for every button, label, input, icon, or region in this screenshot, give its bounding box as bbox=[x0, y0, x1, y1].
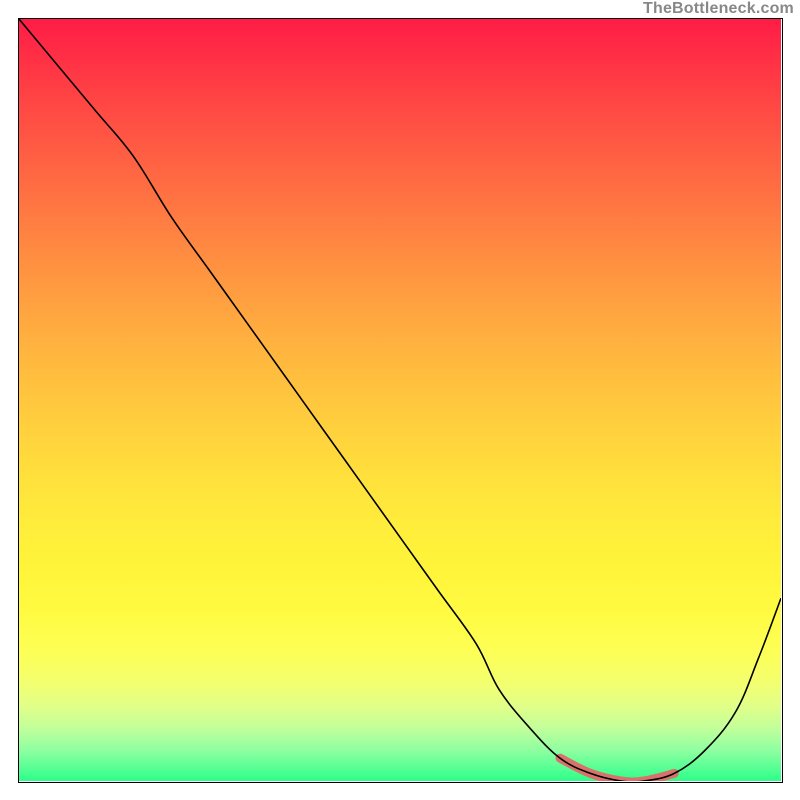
watermark-text: TheBottleneck.com bbox=[643, 0, 794, 18]
plot-gradient-background bbox=[19, 19, 781, 781]
chart-container: TheBottleneck.com bbox=[0, 0, 800, 800]
